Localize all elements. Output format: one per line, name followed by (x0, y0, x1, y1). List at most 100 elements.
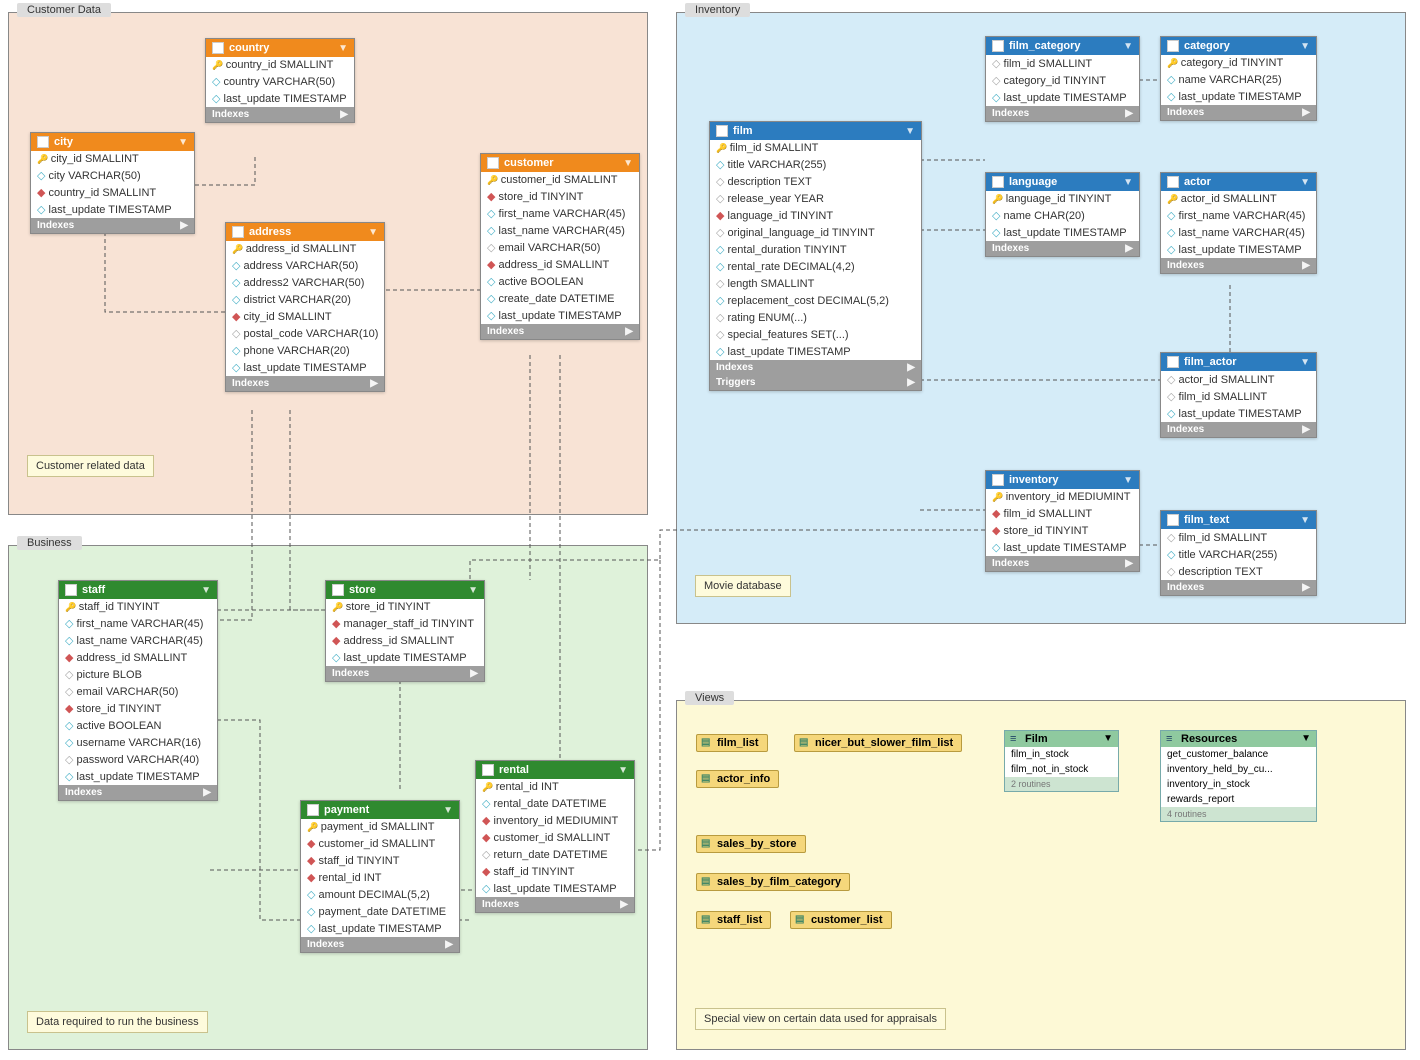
table-inventory[interactable]: inventory▼ inventory_id MEDIUMINTfilm_id… (985, 470, 1140, 572)
chevron-down-icon: ▼ (905, 126, 915, 137)
column: address_id SMALLINT (326, 632, 484, 649)
column: district VARCHAR(20) (226, 291, 384, 308)
table-icon (1167, 514, 1179, 526)
table-actor[interactable]: actor▼ actor_id SMALLINTfirst_name VARCH… (1160, 172, 1317, 274)
indexes-footer[interactable]: Indexes▶ (326, 666, 484, 681)
table-icon (487, 157, 499, 169)
table-icon (992, 474, 1004, 486)
column: create_date DATETIME (481, 290, 639, 307)
column: staff_id TINYINT (301, 852, 459, 869)
table-store[interactable]: store▼ store_id TINYINTmanager_staff_id … (325, 580, 485, 682)
routine-group-film[interactable]: Film▼ film_in_stock film_not_in_stock 2 … (1004, 730, 1119, 792)
routine-item[interactable]: inventory_in_stock (1161, 777, 1316, 792)
routine-item[interactable]: film_not_in_stock (1005, 762, 1118, 777)
column: film_id SMALLINT (986, 505, 1139, 522)
table-country[interactable]: country▼ country_id SMALLINTcountry VARC… (205, 38, 355, 123)
table-address[interactable]: address▼ address_id SMALLINTaddress VARC… (225, 222, 385, 392)
view-sales-by-film-category[interactable]: sales_by_film_category (696, 873, 850, 891)
column: last_update TIMESTAMP (326, 649, 484, 666)
view-film-list[interactable]: film_list (696, 734, 768, 752)
column: email VARCHAR(50) (481, 239, 639, 256)
chevron-down-icon: ▼ (468, 585, 478, 596)
indexes-footer[interactable]: Indexes▶ (476, 897, 634, 912)
column: inventory_id MEDIUMINT (986, 489, 1139, 505)
indexes-footer[interactable]: Indexes▶ (986, 241, 1139, 256)
table-staff[interactable]: staff▼ staff_id TINYINTfirst_name VARCHA… (58, 580, 218, 801)
routine-footer: 2 routines (1005, 777, 1118, 791)
table-film-actor[interactable]: film_actor▼ actor_id SMALLINTfilm_id SMA… (1160, 352, 1317, 438)
table-title: rental (499, 764, 529, 776)
indexes-footer[interactable]: Indexes▶ (206, 107, 354, 122)
table-payment[interactable]: payment▼ payment_id SMALLINTcustomer_id … (300, 800, 460, 953)
routine-item[interactable]: get_customer_balance (1161, 747, 1316, 762)
routine-item[interactable]: film_in_stock (1005, 747, 1118, 762)
column: name CHAR(20) (986, 207, 1139, 224)
column: address_id SMALLINT (59, 649, 217, 666)
routine-item[interactable]: rewards_report (1161, 792, 1316, 807)
indexes-footer[interactable]: Indexes▶ (986, 556, 1139, 571)
view-actor-info[interactable]: actor_info (696, 770, 779, 788)
table-title: store (349, 584, 376, 596)
view-staff-list[interactable]: staff_list (696, 911, 771, 929)
table-icon (992, 176, 1004, 188)
column: special_features SET(...) (710, 326, 921, 343)
indexes-footer[interactable]: Indexes▶ (226, 376, 384, 391)
indexes-footer[interactable]: Indexes▶ (986, 106, 1139, 121)
column: address_id SMALLINT (481, 256, 639, 273)
column: last_update TIMESTAMP (710, 343, 921, 360)
table-icon (65, 584, 77, 596)
indexes-footer[interactable]: Indexes▶ (1161, 580, 1316, 595)
column: film_id SMALLINT (710, 140, 921, 156)
column: address2 VARCHAR(50) (226, 274, 384, 291)
view-customer-list[interactable]: customer_list (790, 911, 892, 929)
table-category[interactable]: category▼ category_id TINYINTname VARCHA… (1160, 36, 1317, 121)
note-customer: Customer related data (27, 455, 154, 477)
routine-group-resources[interactable]: Resources▼ get_customer_balance inventor… (1160, 730, 1317, 822)
chevron-down-icon: ▼ (1300, 515, 1310, 526)
table-icon (716, 125, 728, 137)
column: store_id TINYINT (986, 522, 1139, 539)
column: replacement_cost DECIMAL(5,2) (710, 292, 921, 309)
indexes-footer[interactable]: Indexes▶ (59, 785, 217, 800)
table-film-text[interactable]: film_text▼ film_id SMALLINTtitle VARCHAR… (1160, 510, 1317, 596)
column: language_id TINYINT (986, 191, 1139, 207)
table-title: city (54, 136, 73, 148)
column: actor_id SMALLINT (1161, 371, 1316, 388)
column: last_update TIMESTAMP (206, 90, 354, 107)
column: customer_id SMALLINT (476, 829, 634, 846)
view-nicer-but-slower-film-list[interactable]: nicer_but_slower_film_list (794, 734, 962, 752)
column: description TEXT (710, 173, 921, 190)
routine-item[interactable]: inventory_held_by_cu... (1161, 762, 1316, 777)
view-sales-by-store[interactable]: sales_by_store (696, 835, 806, 853)
table-title: payment (324, 804, 369, 816)
column: title VARCHAR(255) (1161, 546, 1316, 563)
column: manager_staff_id TINYINT (326, 615, 484, 632)
column: return_date DATETIME (476, 846, 634, 863)
table-title: category (1184, 40, 1230, 52)
chevron-down-icon: ▼ (178, 137, 188, 148)
chevron-down-icon: ▼ (338, 43, 348, 54)
indexes-footer[interactable]: Indexes▶ (710, 360, 921, 375)
table-city[interactable]: city▼ city_id SMALLINTcity VARCHAR(50)co… (30, 132, 195, 234)
column: store_id TINYINT (481, 188, 639, 205)
indexes-footer[interactable]: Indexes▶ (1161, 422, 1316, 437)
indexes-footer[interactable]: Indexes▶ (1161, 105, 1316, 120)
column: inventory_id MEDIUMINT (476, 812, 634, 829)
triggers-footer[interactable]: Triggers▶ (710, 375, 921, 390)
indexes-footer[interactable]: Indexes▶ (31, 218, 194, 233)
chevron-down-icon: ▼ (1123, 177, 1133, 188)
chevron-down-icon: ▼ (1123, 475, 1133, 486)
table-film-category[interactable]: film_category▼ film_id SMALLINTcategory_… (985, 36, 1140, 122)
indexes-footer[interactable]: Indexes▶ (481, 324, 639, 339)
table-language[interactable]: language▼ language_id TINYINTname CHAR(2… (985, 172, 1140, 257)
column: address VARCHAR(50) (226, 257, 384, 274)
column: release_year YEAR (710, 190, 921, 207)
table-customer[interactable]: customer▼ customer_id SMALLINTstore_id T… (480, 153, 640, 340)
indexes-footer[interactable]: Indexes▶ (301, 937, 459, 952)
table-icon (1167, 40, 1179, 52)
table-film[interactable]: film▼ film_id SMALLINTtitle VARCHAR(255)… (709, 121, 922, 391)
region-label: Customer Data (17, 3, 111, 17)
column: film_id SMALLINT (1161, 388, 1316, 405)
table-rental[interactable]: rental▼ rental_id INTrental_date DATETIM… (475, 760, 635, 913)
indexes-footer[interactable]: Indexes▶ (1161, 258, 1316, 273)
